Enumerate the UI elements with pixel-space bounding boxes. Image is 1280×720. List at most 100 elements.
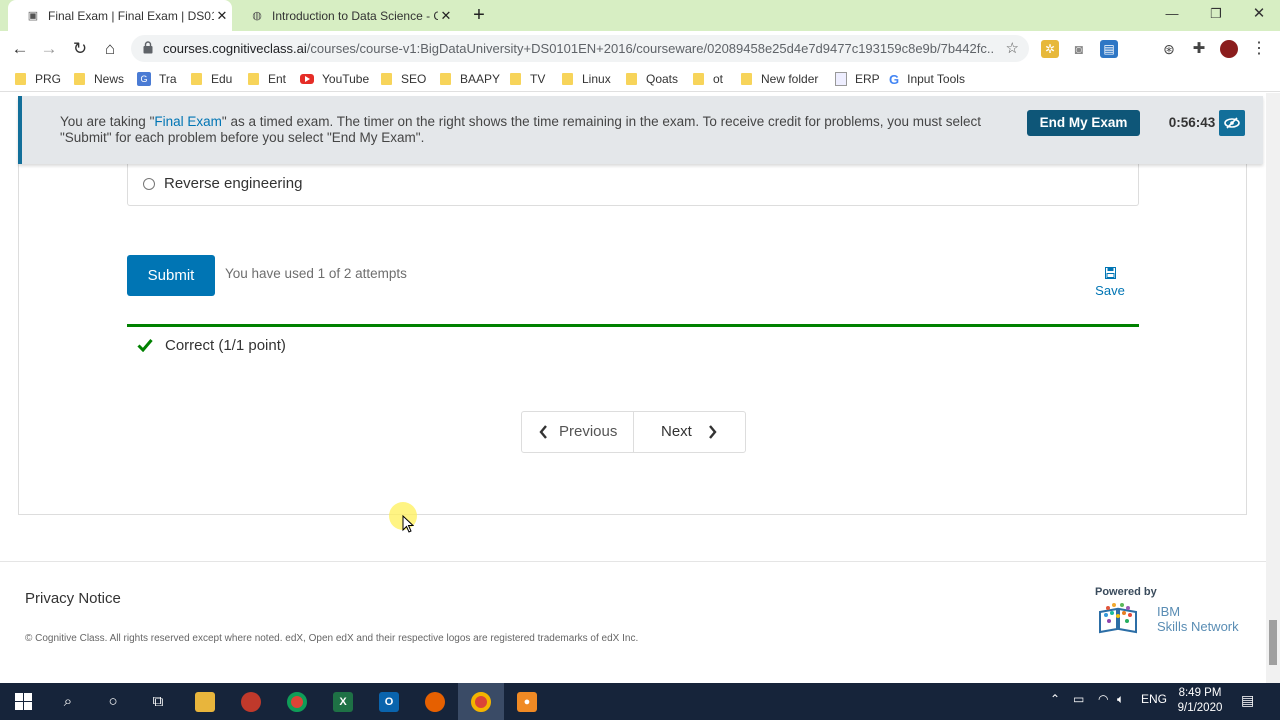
system-clock[interactable]: 8:49 PM 9/1/2020	[1170, 686, 1230, 716]
recorder-app-icon[interactable]: ●	[504, 683, 550, 720]
home-button[interactable]: ⌂	[98, 37, 122, 61]
cognitive-class-favicon-icon: ▣	[27, 10, 39, 22]
url-path: /courses/course-v1:BigDataUniversity+DS0…	[306, 41, 993, 56]
bookmark-label: Qoats	[646, 72, 679, 86]
bookmark-prg[interactable]: PRG	[15, 70, 61, 88]
bookmark-label: News	[94, 72, 125, 86]
bookmark-input-tools[interactable]: G Input Tools	[889, 70, 965, 88]
profile-avatar[interactable]	[1220, 40, 1238, 58]
folder-icon	[626, 73, 637, 85]
bookmark-label: Edu	[211, 72, 233, 86]
chrome-menu-icon[interactable]: ⋮	[1250, 40, 1268, 58]
bookmark-tra[interactable]: G Tra	[137, 70, 177, 88]
save-extension-icon[interactable]: ▤	[1100, 40, 1118, 58]
bookmark-tv[interactable]: TV	[510, 70, 545, 88]
extension-gear-icon[interactable]: ✲	[1041, 40, 1059, 58]
browser-toolbar: ← → ↻ ⌂ courses.cognitiveclass.ai/course…	[0, 31, 1280, 66]
outlook-icon[interactable]: O	[366, 683, 412, 720]
battery-icon[interactable]: ▭	[1073, 692, 1084, 706]
tab-final-exam[interactable]: ▣ Final Exam | Final Exam | DS0101EN ✕	[8, 0, 232, 31]
privacy-notice-link[interactable]: Privacy Notice	[25, 590, 121, 607]
restore-button[interactable]: ❐	[1194, 3, 1238, 27]
chevron-right-icon	[709, 425, 717, 439]
previous-button[interactable]: Previous	[522, 412, 634, 452]
bookmark-ent[interactable]: Ent	[248, 70, 286, 88]
end-my-exam-button[interactable]: End My Exam	[1027, 110, 1140, 136]
folder-icon	[440, 73, 451, 85]
folder-icon	[510, 73, 521, 85]
chrome-active-icon[interactable]	[458, 683, 504, 720]
camera-icon[interactable]: ◙	[1070, 40, 1088, 58]
exam-name-link[interactable]: Final Exam	[154, 114, 222, 129]
radio-reverse-engineering[interactable]	[143, 178, 155, 190]
eye-slash-icon	[1224, 117, 1240, 129]
bookmark-youtube[interactable]: YouTube	[300, 70, 369, 88]
wifi-icon[interactable]: ◠	[1098, 692, 1108, 706]
next-button[interactable]: Next	[634, 412, 746, 452]
scrollbar-thumb[interactable]	[1269, 620, 1277, 665]
reload-button[interactable]: ↻	[68, 37, 92, 61]
bookmark-news[interactable]: News	[74, 70, 124, 88]
bookmark-star-icon[interactable]: ☆	[1006, 39, 1019, 57]
copyright-text: © Cognitive Class. All rights reserved e…	[25, 633, 639, 644]
exam-timer: 0:56:43	[1168, 115, 1216, 130]
back-button[interactable]: ←	[8, 37, 32, 61]
bookmark-label: Tra	[159, 72, 177, 86]
forward-button[interactable]: →	[37, 37, 61, 61]
close-window-button[interactable]: ✕	[1237, 3, 1280, 27]
task-view-icon[interactable]: ⧉	[135, 683, 181, 720]
answer-choices: Reverse engineering	[127, 164, 1139, 206]
folder-icon	[562, 73, 573, 85]
search-icon[interactable]: ⌕	[45, 683, 91, 720]
minimize-button[interactable]: —	[1150, 3, 1194, 27]
previous-label: Previous	[559, 423, 618, 440]
firefox-icon[interactable]	[412, 683, 458, 720]
tab-title: Final Exam | Final Exam | DS0101EN	[48, 8, 214, 23]
snipping-tool-icon[interactable]	[228, 683, 274, 720]
clock-time: 8:49 PM	[1178, 687, 1222, 699]
windows-start-icon[interactable]	[0, 683, 46, 720]
language-indicator[interactable]: ENG	[1141, 692, 1167, 706]
bookmark-seo[interactable]: SEO	[381, 70, 426, 88]
bookmark-edu[interactable]: Edu	[191, 70, 232, 88]
submit-button[interactable]: Submit	[127, 255, 215, 296]
extensions-puzzle-icon[interactable]: ✚	[1190, 40, 1208, 58]
address-bar[interactable]: courses.cognitiveclass.ai/courses/course…	[131, 35, 1029, 62]
correct-status-bar	[127, 324, 1139, 327]
google-translate-icon: G	[137, 72, 151, 86]
bookmark-linux[interactable]: Linux	[562, 70, 611, 88]
excel-icon[interactable]: X	[320, 683, 366, 720]
cortana-icon[interactable]: ○	[90, 683, 136, 720]
bookmarks-bar: PRG News G Tra Edu Ent YouTube SEO BAAPY …	[0, 66, 1280, 92]
brand-line-2: Skills Network	[1157, 619, 1239, 634]
bookmark-label: TV	[530, 72, 546, 86]
new-tab-button[interactable]: +	[468, 4, 490, 26]
chrome-icon[interactable]	[274, 683, 320, 720]
bookmark-erp[interactable]: ERP	[835, 70, 880, 88]
windows-logo-icon	[14, 693, 32, 710]
bookmark-ot[interactable]: ot	[693, 70, 723, 88]
notifications-icon[interactable]: ▤	[1241, 692, 1254, 709]
bookmark-label: New folder	[761, 72, 819, 86]
tab-intro-data-science[interactable]: ◍ Introduction to Data Science - Cog ✕	[232, 0, 456, 31]
ibm-skills-network-logo-icon[interactable]	[1098, 602, 1138, 634]
choice-label[interactable]: Reverse engineering	[164, 175, 302, 192]
close-tab-icon[interactable]: ✕	[438, 8, 454, 24]
youtube-icon	[300, 74, 314, 84]
folder-icon	[741, 73, 752, 85]
save-button[interactable]: Save	[1090, 267, 1130, 298]
bookmark-qoats[interactable]: Qoats	[626, 70, 678, 88]
show-hidden-icons-chevron-icon[interactable]: ⌃	[1050, 692, 1060, 706]
folder-icon	[693, 73, 704, 85]
bookmark-label: PRG	[35, 72, 62, 86]
page-scrollbar[interactable]	[1266, 93, 1280, 683]
bookmark-new-folder[interactable]: New folder	[741, 70, 818, 88]
globe-icon: ◍	[252, 10, 262, 22]
toggle-timer-button[interactable]	[1219, 110, 1245, 136]
volume-icon[interactable]: 🔈︎	[1117, 692, 1124, 707]
close-tab-icon[interactable]: ✕	[214, 8, 230, 24]
vpn-extension-icon[interactable]: ⊛	[1160, 40, 1178, 58]
sequence-navigation: Previous Next	[521, 411, 746, 453]
file-explorer-icon[interactable]	[182, 683, 228, 720]
bookmark-baapy[interactable]: BAAPY	[440, 70, 500, 88]
